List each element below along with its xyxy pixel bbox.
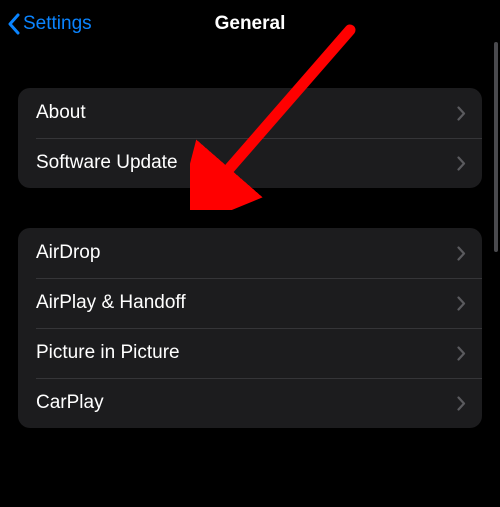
row-airdrop[interactable]: AirDrop: [18, 228, 482, 278]
scrollbar[interactable]: [494, 42, 498, 252]
row-label: AirPlay & Handoff: [36, 292, 186, 314]
chevron-right-icon: [457, 396, 466, 411]
back-button[interactable]: Settings: [6, 13, 92, 35]
row-label: Picture in Picture: [36, 342, 180, 364]
settings-group-2: AirDrop AirPlay & Handoff Picture in Pic…: [18, 228, 482, 428]
settings-content: About Software Update AirDrop AirPlay & …: [0, 88, 500, 428]
navigation-bar: Settings General: [0, 0, 500, 48]
row-about[interactable]: About: [18, 88, 482, 138]
chevron-right-icon: [457, 106, 466, 121]
row-carplay[interactable]: CarPlay: [18, 378, 482, 428]
row-picture-in-picture[interactable]: Picture in Picture: [18, 328, 482, 378]
row-label: About: [36, 102, 86, 124]
row-software-update[interactable]: Software Update: [18, 138, 482, 188]
row-label: CarPlay: [36, 392, 104, 414]
settings-group-1: About Software Update: [18, 88, 482, 188]
row-label: Software Update: [36, 152, 178, 174]
back-label: Settings: [23, 13, 92, 35]
chevron-right-icon: [457, 246, 466, 261]
row-airplay-handoff[interactable]: AirPlay & Handoff: [18, 278, 482, 328]
chevron-right-icon: [457, 156, 466, 171]
chevron-right-icon: [457, 296, 466, 311]
chevron-left-icon: [6, 13, 20, 35]
chevron-right-icon: [457, 346, 466, 361]
row-label: AirDrop: [36, 242, 100, 264]
